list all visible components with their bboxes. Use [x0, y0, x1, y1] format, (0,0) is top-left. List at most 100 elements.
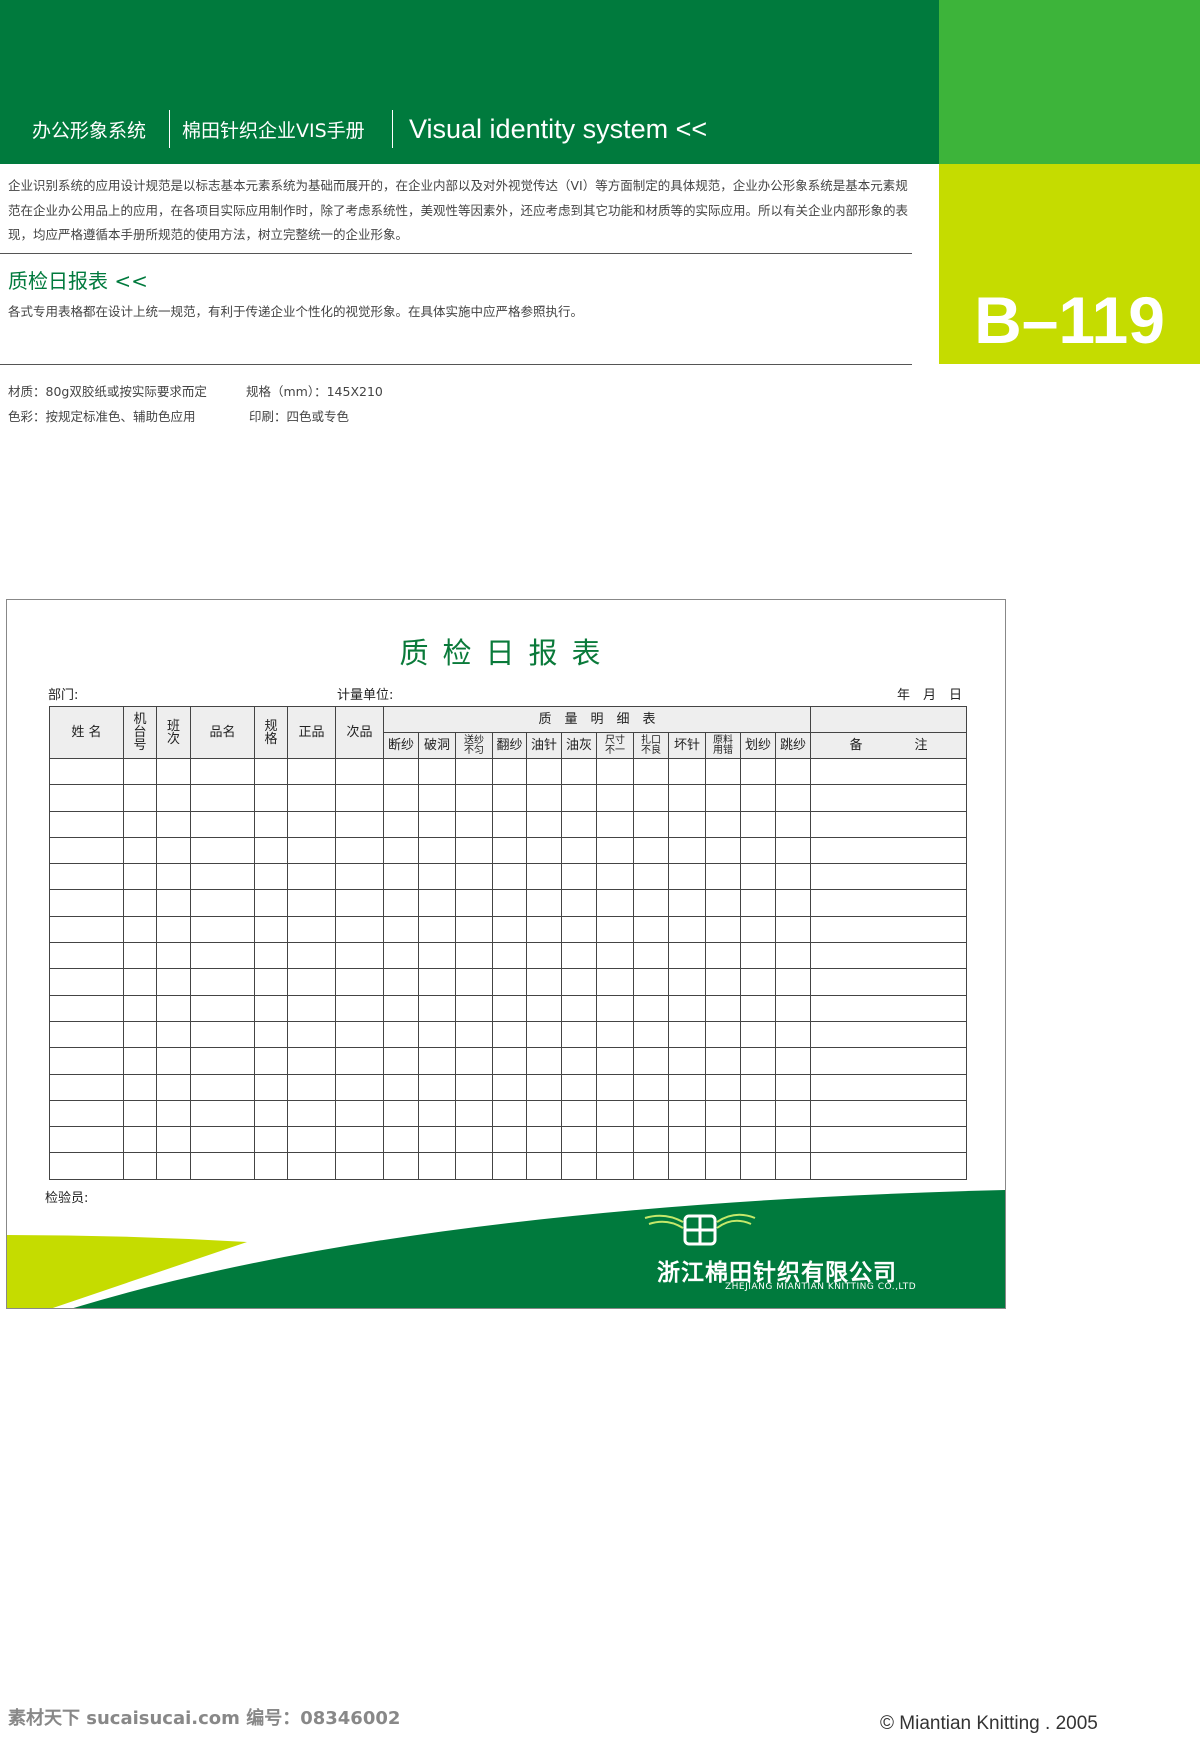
- table-cell[interactable]: [287, 1047, 336, 1075]
- table-cell[interactable]: [254, 942, 288, 970]
- table-cell[interactable]: [190, 784, 255, 812]
- table-cell[interactable]: [123, 1020, 157, 1049]
- table-cell[interactable]: [668, 1152, 706, 1180]
- table-cell[interactable]: [526, 784, 562, 812]
- table-cell[interactable]: [190, 915, 255, 944]
- table-cell[interactable]: [190, 889, 255, 917]
- table-cell[interactable]: [287, 757, 336, 786]
- table-cell[interactable]: [775, 1126, 811, 1154]
- table-cell[interactable]: [190, 836, 255, 865]
- table-cell[interactable]: [526, 889, 562, 917]
- table-cell[interactable]: [492, 1020, 527, 1049]
- table-cell[interactable]: [596, 1126, 634, 1154]
- table-cell[interactable]: [775, 1047, 811, 1075]
- table-cell[interactable]: [492, 994, 527, 1022]
- table-cell[interactable]: [335, 1073, 384, 1101]
- table-cell[interactable]: [455, 1126, 493, 1154]
- table-cell[interactable]: [123, 810, 157, 838]
- table-cell[interactable]: [455, 942, 493, 970]
- table-cell[interactable]: [49, 994, 124, 1022]
- table-cell[interactable]: [49, 1073, 124, 1101]
- table-cell[interactable]: [633, 810, 669, 838]
- table-cell[interactable]: [49, 1099, 124, 1128]
- table-cell[interactable]: [49, 810, 124, 838]
- table-cell[interactable]: [740, 1152, 776, 1180]
- table-cell[interactable]: [633, 968, 669, 996]
- table-cell[interactable]: [49, 784, 124, 812]
- table-cell[interactable]: [123, 994, 157, 1022]
- table-cell[interactable]: [668, 1073, 706, 1101]
- table-cell[interactable]: [418, 836, 456, 865]
- table-cell[interactable]: [123, 757, 157, 786]
- table-cell[interactable]: [668, 863, 706, 891]
- table-cell[interactable]: [596, 1152, 634, 1180]
- table-cell[interactable]: [455, 994, 493, 1022]
- table-cell[interactable]: [740, 1099, 776, 1128]
- table-cell[interactable]: [561, 1073, 597, 1101]
- table-cell[interactable]: [705, 1047, 741, 1075]
- table-cell[interactable]: [668, 810, 706, 838]
- table-cell[interactable]: [455, 1047, 493, 1075]
- table-cell[interactable]: [49, 889, 124, 917]
- table-cell[interactable]: [526, 1126, 562, 1154]
- table-cell[interactable]: [455, 1099, 493, 1128]
- table-cell[interactable]: [705, 994, 741, 1022]
- table-cell[interactable]: [383, 1047, 419, 1075]
- table-cell[interactable]: [596, 1099, 634, 1128]
- table-cell[interactable]: [526, 1073, 562, 1101]
- table-cell[interactable]: [335, 810, 384, 838]
- table-cell[interactable]: [705, 1152, 741, 1180]
- table-cell[interactable]: [254, 1047, 288, 1075]
- table-cell[interactable]: [418, 994, 456, 1022]
- table-cell[interactable]: [668, 1047, 706, 1075]
- table-cell[interactable]: [810, 1126, 967, 1154]
- table-cell[interactable]: [335, 994, 384, 1022]
- table-cell[interactable]: [526, 810, 562, 838]
- table-cell[interactable]: [383, 994, 419, 1022]
- table-cell[interactable]: [418, 1047, 456, 1075]
- table-cell[interactable]: [810, 968, 967, 996]
- table-cell[interactable]: [810, 942, 967, 970]
- table-cell[interactable]: [561, 1099, 597, 1128]
- table-cell[interactable]: [383, 836, 419, 865]
- table-cell[interactable]: [492, 757, 527, 786]
- table-cell[interactable]: [455, 1073, 493, 1101]
- table-cell[interactable]: [49, 968, 124, 996]
- table-cell[interactable]: [335, 1099, 384, 1128]
- table-cell[interactable]: [156, 863, 191, 891]
- table-cell[interactable]: [526, 836, 562, 865]
- table-cell[interactable]: [49, 1047, 124, 1075]
- table-cell[interactable]: [383, 1152, 419, 1180]
- table-cell[interactable]: [810, 889, 967, 917]
- table-cell[interactable]: [810, 1073, 967, 1101]
- table-cell[interactable]: [156, 1020, 191, 1049]
- table-cell[interactable]: [596, 1020, 634, 1049]
- table-cell[interactable]: [383, 757, 419, 786]
- table-cell[interactable]: [156, 994, 191, 1022]
- table-cell[interactable]: [156, 1152, 191, 1180]
- table-cell[interactable]: [335, 1152, 384, 1180]
- table-cell[interactable]: [526, 915, 562, 944]
- table-cell[interactable]: [335, 915, 384, 944]
- table-cell[interactable]: [705, 810, 741, 838]
- table-cell[interactable]: [633, 1152, 669, 1180]
- table-cell[interactable]: [633, 915, 669, 944]
- table-cell[interactable]: [254, 757, 288, 786]
- table-cell[interactable]: [633, 757, 669, 786]
- table-cell[interactable]: [705, 889, 741, 917]
- table-cell[interactable]: [561, 784, 597, 812]
- table-cell[interactable]: [633, 1047, 669, 1075]
- table-cell[interactable]: [775, 836, 811, 865]
- table-cell[interactable]: [633, 1099, 669, 1128]
- table-cell[interactable]: [455, 784, 493, 812]
- table-cell[interactable]: [526, 1047, 562, 1075]
- table-cell[interactable]: [705, 757, 741, 786]
- table-cell[interactable]: [668, 994, 706, 1022]
- table-cell[interactable]: [254, 1152, 288, 1180]
- table-cell[interactable]: [561, 994, 597, 1022]
- table-cell[interactable]: [383, 915, 419, 944]
- table-cell[interactable]: [254, 863, 288, 891]
- table-cell[interactable]: [775, 810, 811, 838]
- table-cell[interactable]: [455, 968, 493, 996]
- table-cell[interactable]: [455, 1152, 493, 1180]
